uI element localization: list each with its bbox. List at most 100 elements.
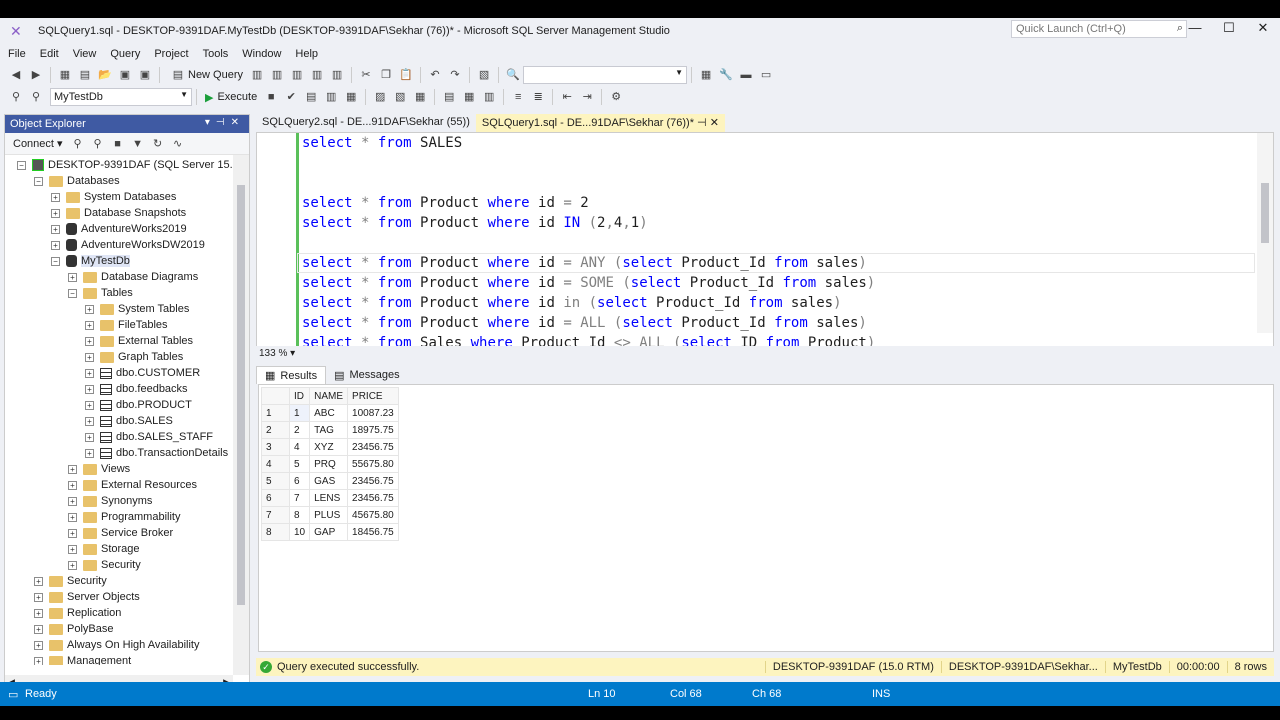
tree-node[interactable]: + Graph Tables <box>85 349 183 365</box>
refresh-icon[interactable]: ↻ <box>151 137 165 151</box>
results-to-grid-icon[interactable]: ▦ <box>344 90 358 104</box>
table-row[interactable]: 4 5 PRQ 55675.80 <box>261 455 399 473</box>
row-number[interactable]: 1 <box>261 404 290 422</box>
dmx-query-icon[interactable]: ▥ <box>290 68 304 82</box>
tree-node[interactable]: + Management <box>34 653 131 665</box>
tree-node[interactable]: + External Resources <box>68 477 197 493</box>
grid-cell[interactable]: 18456.75 <box>347 523 399 541</box>
expand-icon[interactable]: + <box>85 400 94 410</box>
collapse-icon[interactable]: − <box>17 160 26 170</box>
row-number[interactable]: 7 <box>261 506 290 524</box>
menu-file[interactable]: File <box>8 48 26 60</box>
table-row[interactable]: 7 8 PLUS 45675.80 <box>261 506 399 524</box>
client-stats-icon[interactable]: ▦ <box>413 90 427 104</box>
cut-icon[interactable]: ✂ <box>359 68 373 82</box>
expand-icon[interactable]: + <box>34 624 43 634</box>
new-file-icon[interactable]: ▤ <box>78 68 92 82</box>
tree-node[interactable]: + dbo.SALES_STAFF <box>85 429 213 445</box>
find-combo[interactable]: ▼ <box>523 66 688 84</box>
tree-node[interactable]: + AdventureWorks2019 <box>51 221 187 237</box>
tree-node[interactable]: + Synonyms <box>68 493 152 509</box>
tab-query-2[interactable]: SQLQuery1.sql - DE...91DAF\Sekhar (76))*… <box>475 114 725 132</box>
save-icon[interactable]: ▣ <box>118 68 132 82</box>
available-databases-select[interactable]: MyTestDb ▼ <box>50 88 192 106</box>
column-header[interactable]: PRICE <box>347 387 399 405</box>
expand-icon[interactable]: + <box>51 208 60 218</box>
grid-cell[interactable]: ABC <box>309 404 349 422</box>
close-icon[interactable]: ⊣ ✕ <box>694 117 719 129</box>
tree-node[interactable]: + Server Objects <box>34 589 140 605</box>
grid-cell[interactable]: 6 <box>288 472 311 490</box>
collapse-icon[interactable]: − <box>51 256 60 266</box>
tree-node[interactable]: + Service Broker <box>68 525 173 541</box>
grid-cell[interactable]: 5 <box>288 455 311 473</box>
grid-cell[interactable]: 23456.75 <box>347 489 399 507</box>
toolbox-icon[interactable]: ▬ <box>739 68 753 82</box>
menu-help[interactable]: Help <box>295 48 318 60</box>
grid-cell[interactable]: 8 <box>288 506 311 524</box>
scrollbar-thumb[interactable] <box>237 185 245 605</box>
tree-node[interactable]: + External Tables <box>85 333 193 349</box>
database-engine-query-icon[interactable]: ▥ <box>250 68 264 82</box>
row-number[interactable]: 4 <box>261 455 290 473</box>
find-icon[interactable]: 🔍 <box>506 68 520 82</box>
live-stats-icon[interactable]: ▧ <box>393 90 407 104</box>
decrease-indent-icon[interactable]: ⇤ <box>560 90 574 104</box>
expand-icon[interactable]: + <box>68 464 77 474</box>
expand-icon[interactable]: + <box>85 384 94 394</box>
expand-icon[interactable]: + <box>68 496 77 506</box>
tree-node[interactable]: + dbo.TransactionDetails <box>85 445 228 461</box>
expand-icon[interactable]: + <box>85 416 94 426</box>
console-icon[interactable]: ▭ <box>759 68 773 82</box>
new-project-icon[interactable]: ▦ <box>58 68 72 82</box>
expand-icon[interactable]: + <box>34 640 43 650</box>
expand-icon[interactable]: + <box>68 560 77 570</box>
tree-node[interactable]: − DESKTOP-9391DAF (SQL Server 15.0.208 <box>17 157 233 173</box>
menu-query[interactable]: Query <box>110 48 140 60</box>
row-number[interactable]: 8 <box>261 523 290 541</box>
save-all-icon[interactable]: ▣ <box>138 68 152 82</box>
menu-project[interactable]: Project <box>154 48 188 60</box>
open-file-icon[interactable]: 📂 <box>98 68 112 82</box>
expand-icon[interactable]: + <box>85 336 94 346</box>
grid-cell[interactable]: 7 <box>288 489 311 507</box>
expand-icon[interactable]: + <box>85 448 94 458</box>
tree-node[interactable]: − Databases <box>34 173 120 189</box>
tree-node[interactable]: + System Databases <box>51 189 176 205</box>
row-number[interactable]: 3 <box>261 438 290 456</box>
grid-cell[interactable]: 2 <box>288 421 311 439</box>
expand-icon[interactable]: + <box>51 192 60 202</box>
grid-cell[interactable]: XYZ <box>309 438 349 456</box>
collapse-icon[interactable]: − <box>34 176 43 186</box>
tree-node[interactable]: + Replication <box>34 605 121 621</box>
quick-launch-input[interactable]: Quick Launch (Ctrl+Q) ⌕ <box>1011 20 1187 38</box>
grid-cell[interactable]: GAS <box>309 472 349 490</box>
parse-icon[interactable]: ✔ <box>284 90 298 104</box>
tree-node[interactable]: + Always On High Availability <box>34 637 199 653</box>
collapse-icon[interactable]: − <box>68 288 77 298</box>
change-connection-icon[interactable]: ⚲ <box>29 90 43 104</box>
results-to-file-icon[interactable]: ▥ <box>482 90 496 104</box>
row-number[interactable]: 6 <box>261 489 290 507</box>
tab-query-1[interactable]: SQLQuery2.sql - DE...91DAF\Sekhar (55)) <box>256 114 476 132</box>
estimated-plan-icon[interactable]: ▤ <box>304 90 318 104</box>
tree-node[interactable]: − MyTestDb <box>51 253 130 269</box>
tree-node[interactable]: + Programmability <box>68 509 180 525</box>
tree-node[interactable]: + dbo.SALES <box>85 413 173 429</box>
minimize-icon[interactable]: — <box>1178 18 1212 40</box>
increase-indent-icon[interactable]: ⇥ <box>580 90 594 104</box>
table-row[interactable]: 1 1 ABC 10087.23 <box>261 404 399 422</box>
expand-icon[interactable]: + <box>85 320 94 330</box>
grid-cell[interactable]: LENS <box>309 489 349 507</box>
undo-icon[interactable]: ↶ <box>428 68 442 82</box>
comment-icon[interactable]: ≡ <box>511 90 525 104</box>
menu-tools[interactable]: Tools <box>203 48 229 60</box>
back-icon[interactable]: ◀ <box>9 68 23 82</box>
expand-icon[interactable]: + <box>68 480 77 490</box>
results-to-text-icon[interactable]: ▤ <box>442 90 456 104</box>
connect-icon[interactable]: ⚲ <box>71 137 85 151</box>
expand-icon[interactable]: + <box>85 432 94 442</box>
expand-icon[interactable]: + <box>68 512 77 522</box>
grid-cell[interactable]: 10087.23 <box>347 404 399 422</box>
editor-vertical-scrollbar[interactable] <box>1257 133 1273 333</box>
